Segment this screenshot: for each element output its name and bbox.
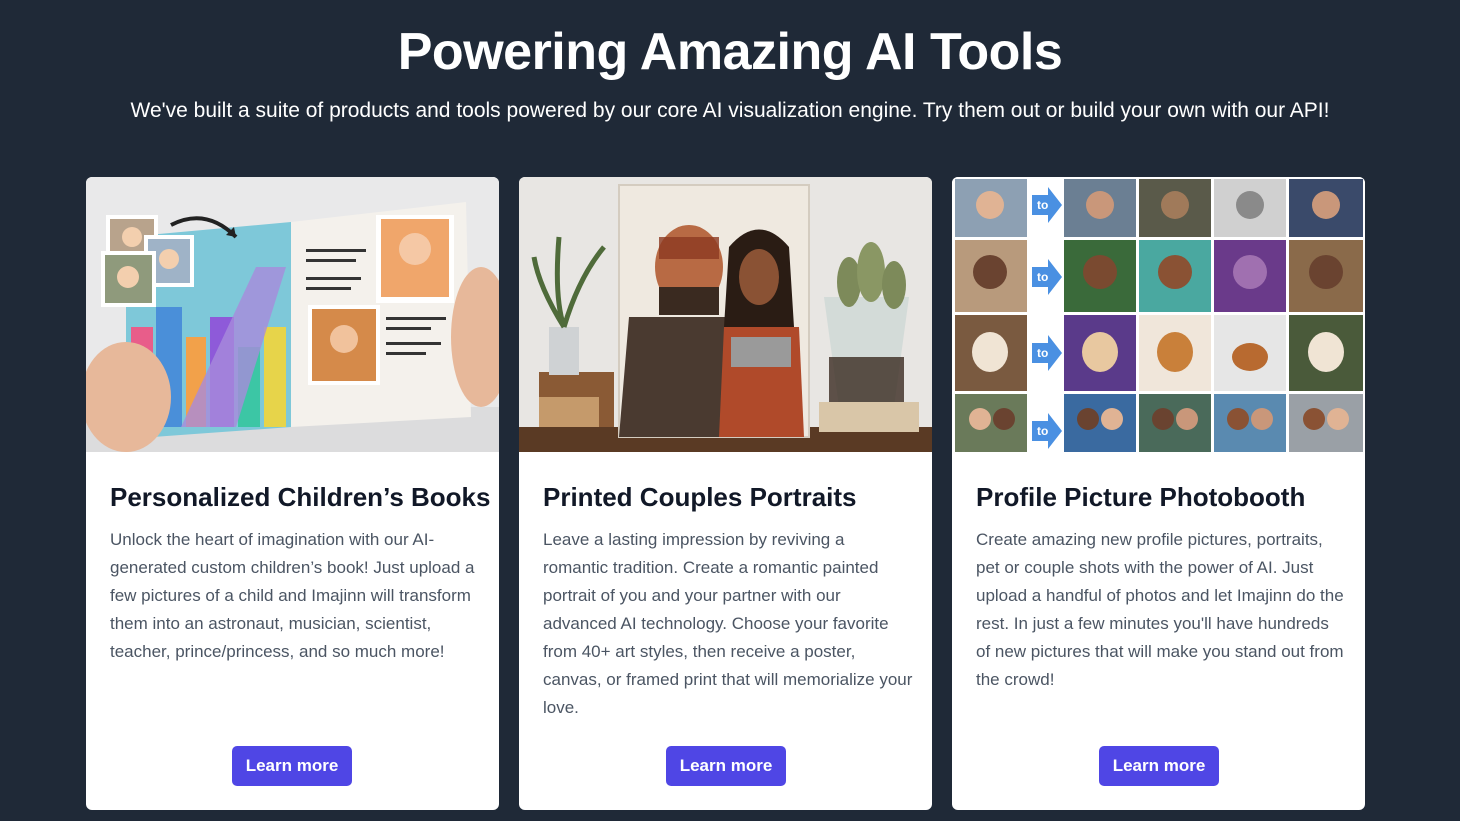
card-profile-photobooth: to to to to Profile Picture Photobooth C… (952, 177, 1365, 810)
card-title: Printed Couples Portraits (543, 482, 857, 512)
arrow-label: to (1037, 198, 1048, 212)
card-description: Leave a lasting impression by reviving a… (543, 530, 913, 717)
card-description: Create amazing new profile pictures, por… (976, 530, 1344, 689)
learn-more-button[interactable]: Learn more (1099, 746, 1219, 786)
arrow-label: to (1037, 424, 1048, 438)
card-childrens-books: Personalized Children’s Books Unlock the… (86, 177, 499, 810)
childrens-book-image (86, 177, 499, 452)
learn-more-button[interactable]: Learn more (232, 746, 352, 786)
page-subtitle: We've built a suite of products and tool… (130, 99, 1330, 122)
product-cards: Personalized Children’s Books Unlock the… (86, 177, 1366, 810)
photobooth-grid-image: to to to to (952, 177, 1365, 452)
page-title: Powering Amazing AI Tools (397, 23, 1063, 81)
arrow-label: to (1037, 270, 1048, 284)
learn-more-button[interactable]: Learn more (666, 746, 786, 786)
card-couples-portraits: Printed Couples Portraits Leave a lastin… (519, 177, 932, 810)
arrow-label: to (1037, 346, 1048, 360)
card-description: Unlock the heart of imagination with our… (110, 530, 475, 661)
card-title: Profile Picture Photobooth (976, 482, 1306, 512)
couples-portrait-image (519, 177, 932, 452)
card-title: Personalized Children’s Books (110, 482, 491, 512)
